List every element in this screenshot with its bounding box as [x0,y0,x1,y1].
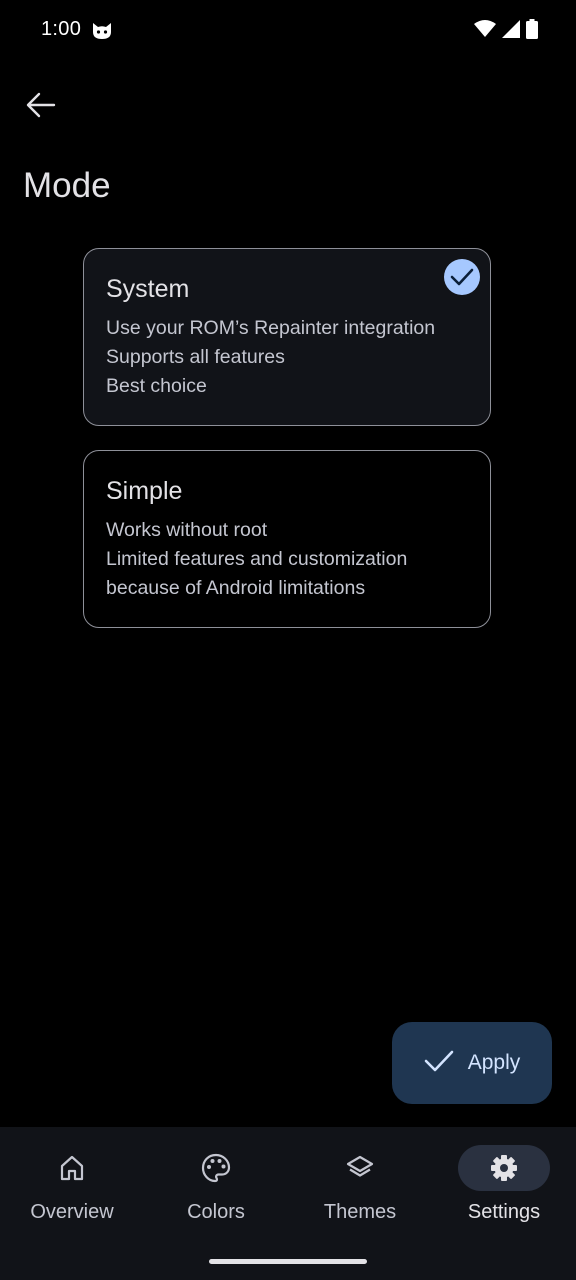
nav-label: Themes [323,1201,397,1223]
arrow-back-icon [26,92,56,123]
status-icons [474,18,538,44]
nav-label: Settings [467,1201,541,1223]
layers-icon [314,1145,406,1191]
wifi-icon [474,19,496,43]
apply-label: Apply [467,1051,521,1074]
page-title: Mode [23,166,111,205]
apply-button[interactable]: Apply [392,1022,552,1104]
bottom-nav: Overview Colors Themes Settings [0,1127,576,1280]
signal-icon [502,19,520,43]
nav-item-themes[interactable]: Themes [288,1127,432,1247]
nav-label: Colors [187,1201,245,1223]
check-icon [424,1049,454,1078]
selected-check-icon [444,259,480,295]
mode-title: System [106,275,190,303]
nav-item-settings[interactable]: Settings [432,1127,576,1247]
nav-label: Overview [30,1201,114,1223]
nav-item-colors[interactable]: Colors [144,1127,288,1247]
mode-description-line: Limited features and customization [106,548,408,570]
palette-icon [170,1145,262,1191]
battery-icon [526,18,538,44]
mode-card-system[interactable]: System Use your ROM’s Repainter integrat… [83,248,491,426]
mode-description-line: Works without root [106,519,268,541]
gear-icon [458,1145,550,1191]
back-button[interactable] [18,84,64,130]
nav-item-overview[interactable]: Overview [0,1127,144,1247]
mode-description-line: Use your ROM’s Repainter integration [106,317,436,339]
status-time: 1:00 [41,18,82,40]
home-icon [26,1145,118,1191]
mode-description-line: because of Android limitations [106,577,366,599]
mode-card-simple[interactable]: Simple Works without root Limited featur… [83,450,491,628]
status-bar: 1:00 [0,0,576,62]
mode-description-line: Best choice [106,375,207,397]
cat-icon [91,21,113,41]
home-indicator[interactable] [209,1259,367,1264]
mode-title: Simple [106,477,183,505]
mode-description-line: Supports all features [106,346,285,368]
